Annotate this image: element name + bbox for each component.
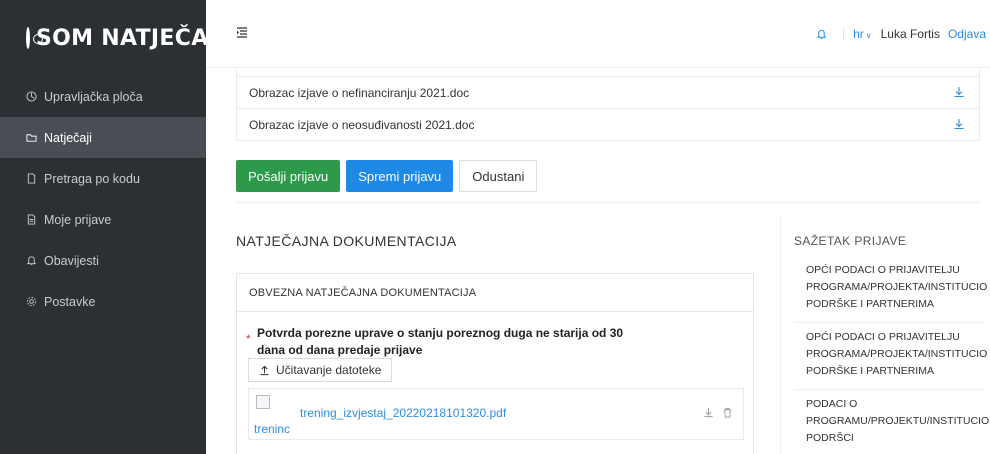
file-actions (703, 407, 733, 421)
sidebar-item-pretraga[interactable]: Pretraga po kodu (0, 158, 206, 199)
mandatory-docs-card: OBVEZNA NATJEČAJNA DOKUMENTACIJA * Potvr… (236, 273, 754, 454)
sidebar-item-label: Pretraga po kodu (44, 171, 140, 186)
download-icon[interactable] (953, 118, 967, 132)
documents-table: Obrazac izjave o nefinanciranju 2021.doc… (236, 68, 980, 141)
notification-bell-icon[interactable] (816, 28, 827, 40)
sidebar-item-label: Upravljačka ploča (44, 89, 143, 104)
summary-item[interactable]: OPĆI PODACI O PRIJAVITELJU PROGRAMA/PROJ… (794, 329, 987, 390)
table-row: Obrazac izjave o nefinanciranju 2021.doc (237, 76, 979, 108)
document-icon (26, 214, 37, 225)
sidebar-item-label: Obavijesti (44, 253, 99, 268)
language-select[interactable]: hr ∨ (853, 27, 872, 41)
summary-title: SAŽETAK PRIJAVE (794, 234, 907, 248)
sidebar-item-natjecaji[interactable]: Natječaji (0, 117, 206, 158)
brand[interactable]: SOM NATJEČAJI (0, 0, 225, 76)
uploaded-file: trening_izvjestaj_20220218101320.pdf tre… (248, 388, 744, 440)
logout-link[interactable]: Odjava (948, 27, 986, 41)
language-value: hr (853, 27, 864, 41)
sidebar-item-postavke[interactable]: Postavke (0, 281, 206, 322)
download-icon[interactable] (703, 407, 714, 421)
summary-item[interactable]: OPĆI PODACI O PRIJAVITELJU PROGRAMA/PROJ… (794, 262, 987, 323)
sidebar-item-obavijesti[interactable]: Obavijesti (0, 240, 206, 281)
topbar: hr ∨ Luka Fortis Odjava (206, 0, 990, 68)
summary-panel: SAŽETAK PRIJAVE OPĆI PODACI O PRIJAVITEL… (780, 218, 990, 454)
section-title: NATJEČAJNA DOKUMENTACIJA (236, 233, 457, 249)
chevron-down-icon: ∨ (865, 31, 872, 40)
sidebar-item-label: Moje prijave (44, 212, 112, 227)
upload-icon (260, 365, 269, 375)
logo-icon (26, 27, 43, 49)
folder-icon (26, 132, 37, 143)
broken-image-icon (256, 395, 270, 409)
menu-toggle-icon[interactable] (236, 26, 248, 38)
gear-icon (26, 296, 37, 307)
mandatory-docs-header: OBVEZNA NATJEČAJNA DOKUMENTACIJA (237, 274, 753, 312)
summary-item[interactable]: PODACI O PROGRAMU/PROJEKTU/INSTITUCIO PO… (794, 396, 989, 447)
download-icon[interactable] (953, 86, 967, 100)
sidebar-item-label: Postavke (44, 294, 96, 309)
requirement-text: Potvrda porezne uprave o stanju poreznog… (257, 326, 624, 357)
file-alt-text: treninc (254, 422, 291, 436)
brand-name: SOM NATJEČAJI (36, 25, 226, 51)
action-buttons: Pošalji prijavu Spremi prijavu Odustani (236, 160, 538, 192)
document-name: Obrazac izjave o neosuđivanosti 2021.doc (249, 117, 475, 132)
divider (843, 27, 845, 41)
document-name: Obrazac izjave o nefinanciranju 2021.doc (249, 85, 470, 100)
upload-file-button[interactable]: Učitavanje datoteke (248, 358, 393, 382)
document-icon (26, 173, 37, 184)
save-application-button[interactable]: Spremi prijavu (346, 160, 454, 192)
required-marker: * (246, 332, 251, 346)
delete-icon[interactable] (722, 407, 733, 421)
sidebar-item-label: Natječaji (44, 130, 92, 145)
file-link[interactable]: trening_izvjestaj_20220218101320.pdf (300, 406, 506, 420)
table-row: Obrazac izjave o neosuđivanosti 2021.doc (237, 108, 979, 140)
sidebar: SOM NATJEČAJI Upravljačka ploča Natječaj… (0, 0, 225, 454)
main-content: Obrazac izjave o nefinanciranju 2021.doc… (206, 68, 990, 454)
cancel-button[interactable]: Odustani (459, 160, 538, 192)
dashboard-icon (26, 91, 37, 102)
submit-application-button[interactable]: Pošalji prijavu (236, 160, 341, 192)
upload-label: Učitavanje datoteke (276, 363, 382, 377)
top-right-controls: hr ∨ Luka Fortis Odjava (816, 27, 986, 41)
bell-icon (26, 255, 37, 266)
table-row (237, 68, 979, 76)
sidebar-item-dashboard[interactable]: Upravljačka ploča (0, 76, 206, 117)
divider (236, 202, 980, 203)
sidebar-item-moje-prijave[interactable]: Moje prijave (0, 199, 206, 240)
user-name[interactable]: Luka Fortis (881, 27, 940, 41)
